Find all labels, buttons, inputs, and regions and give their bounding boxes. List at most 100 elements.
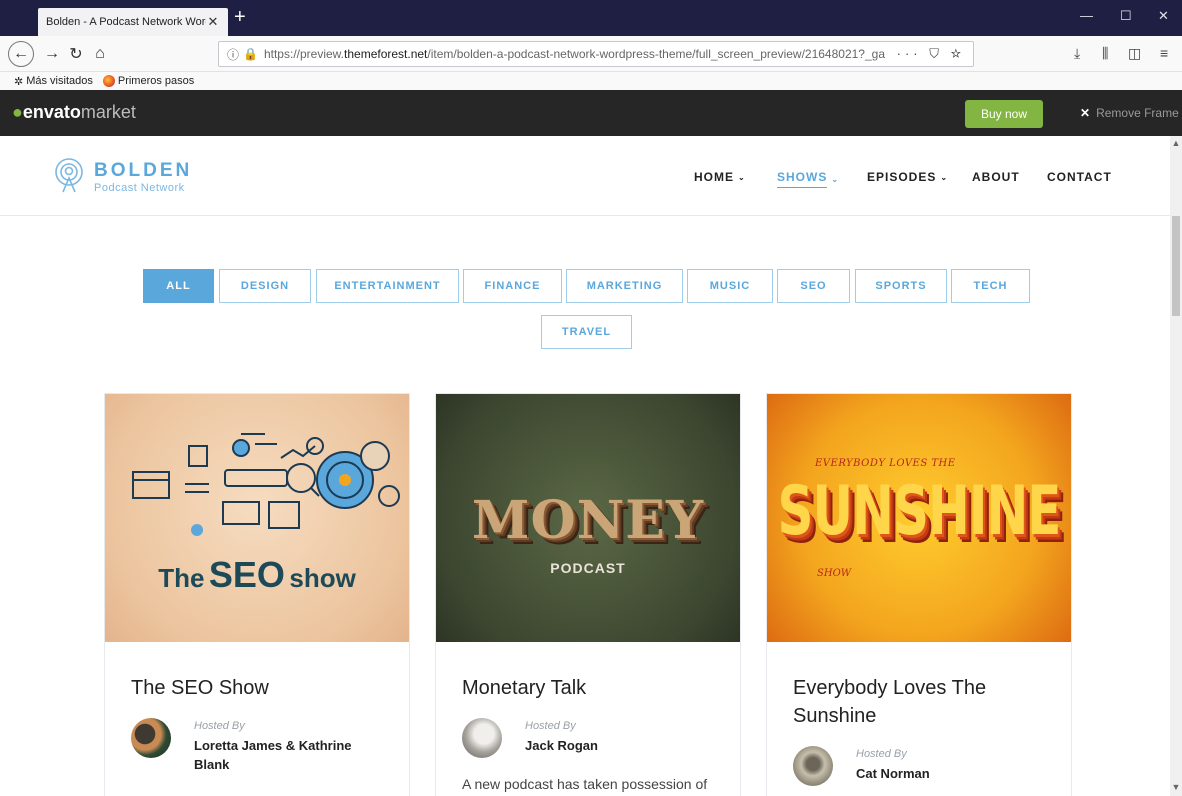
chevron-down-icon: ⌄ (831, 174, 840, 184)
cover-title: The SEO show (105, 554, 409, 596)
show-card[interactable]: The SEO show The SEO Show Hosted By Lore… (104, 393, 410, 796)
nav-label: SHOWS (777, 170, 828, 188)
seo-illustration-icon (132, 433, 400, 536)
host-name[interactable]: Cat Norman (856, 764, 1046, 783)
url-prefix: https://preview. (263, 47, 345, 61)
close-tab-icon[interactable]: ✕ (206, 14, 220, 30)
filter-finance[interactable]: FINANCE (463, 269, 562, 303)
browser-tab-bar: Bolden - A Podcast Network WordP ✕ + — ☐… (0, 0, 1182, 36)
download-icon[interactable]: ⤓ (1074, 45, 1080, 62)
avatar[interactable] (131, 718, 171, 758)
page-scrollbar[interactable]: ▲ ▼ (1170, 136, 1182, 796)
site-header: BOLDEN Podcast Network HOME ⌄ SHOWS ⌄ EPIS… (0, 136, 1170, 216)
show-title[interactable]: The SEO Show (131, 674, 391, 702)
envato-logo[interactable]: ●envatomarket (12, 102, 136, 123)
close-icon: ✕ (1080, 106, 1091, 120)
cover-text: SHOW (817, 568, 852, 579)
filter-entertainment[interactable]: ENTERTAINMENT (316, 269, 459, 303)
cover-text: MONEY (471, 490, 705, 551)
scroll-down-icon[interactable]: ▼ (1170, 782, 1182, 792)
bookmark-most-visited[interactable]: ✲ Más visitados (14, 75, 93, 88)
avatar[interactable] (793, 746, 833, 786)
avatar[interactable] (462, 718, 502, 758)
cover-text: The (158, 563, 205, 593)
scroll-up-icon[interactable]: ▲ (1170, 138, 1182, 148)
envato-logo-market: market (80, 102, 136, 122)
cover-text: SEO (208, 554, 285, 595)
filter-travel[interactable]: TRAVEL (541, 315, 632, 349)
chevron-down-icon: ⌄ (738, 172, 746, 182)
cover-text: show (289, 563, 356, 593)
show-excerpt: A new podcast has taken possession of (462, 776, 708, 792)
url-path: /item/bolden-a-podcast-network-wordpress… (427, 47, 885, 61)
cover-subtext: PODCAST (550, 560, 626, 576)
chevron-down-icon: ⌄ (940, 172, 949, 182)
tab-title: Bolden - A Podcast Network WordP (46, 16, 206, 28)
remove-frame-link[interactable]: ✕ Remove Frame (1080, 106, 1179, 120)
leaf-icon: ● (12, 102, 23, 122)
filter-seo[interactable]: SEO (777, 269, 850, 303)
nav-contact[interactable]: CONTACT (1047, 170, 1112, 184)
nav-home[interactable]: HOME ⌄ (694, 170, 746, 184)
firefox-icon (102, 75, 115, 87)
page-actions-icons[interactable]: ··· ⛉ ☆ (897, 46, 965, 62)
hosted-by-label: Hosted By (194, 720, 245, 732)
nav-about[interactable]: ABOUT (972, 170, 1020, 184)
show-title[interactable]: Monetary Talk (462, 674, 722, 702)
nav-label: EPISODES (867, 170, 937, 184)
browser-nav-bar: ← → ↻ ⌂ ⓘ 🔒 https://preview.themeforest.… (0, 36, 1182, 72)
brand-name[interactable]: BOLDEN (94, 160, 192, 182)
filter-tech[interactable]: TECH (951, 269, 1030, 303)
remove-frame-label: Remove Frame (1096, 106, 1179, 120)
cover-text: SUNSHINE (777, 472, 1062, 551)
cover-text: EVERYBODY LOVES THE (815, 458, 956, 469)
filter-design[interactable]: DESIGN (219, 269, 311, 303)
filter-all[interactable]: ALL (143, 269, 214, 303)
filter-sports[interactable]: SPORTS (855, 269, 947, 303)
podcast-icon[interactable] (52, 158, 86, 196)
nav-label: ABOUT (972, 170, 1020, 184)
maximize-icon[interactable]: ☐ (1120, 8, 1132, 24)
info-icon[interactable]: ⓘ (227, 46, 239, 63)
browser-tab[interactable]: Bolden - A Podcast Network WordP ✕ (38, 8, 228, 36)
filter-marketing[interactable]: MARKETING (566, 269, 683, 303)
window-close-icon[interactable]: ✕ (1158, 8, 1169, 24)
show-card[interactable]: EVERYBODY LOVES THE SUNSHINE SHOW Everyb… (766, 393, 1072, 796)
menu-icon[interactable]: ≡ (1160, 45, 1168, 61)
bookmark-label: Más visitados (26, 75, 93, 87)
buy-now-button[interactable]: Buy now (965, 100, 1043, 128)
show-cover-image[interactable]: The SEO show (105, 394, 409, 642)
show-cover-image[interactable]: MONEY PODCAST (436, 394, 740, 642)
scrollbar-thumb[interactable] (1172, 216, 1180, 316)
sidebar-icon[interactable]: ◫ (1128, 45, 1141, 62)
filter-music[interactable]: MUSIC (687, 269, 773, 303)
home-icon[interactable]: ⌂ (88, 42, 112, 66)
hosted-by-label: Hosted By (525, 720, 576, 732)
library-icon[interactable]: ⫼ (1102, 45, 1108, 62)
envato-bar: ●envatomarket Buy now ✕ Remove Frame (0, 90, 1182, 136)
back-arrow-icon[interactable]: ← (8, 41, 34, 67)
show-cover-image[interactable]: EVERYBODY LOVES THE SUNSHINE SHOW (767, 394, 1071, 642)
minimize-icon[interactable]: — (1080, 8, 1093, 23)
gear-icon: ✲ (14, 75, 24, 88)
host-name[interactable]: Jack Rogan (525, 736, 715, 755)
url-bar[interactable]: ⓘ 🔒 https://preview.themeforest.net/item… (218, 41, 974, 67)
forward-arrow-icon[interactable]: → (40, 42, 64, 66)
bookmarks-bar: ✲ Más visitados Primeros pasos (0, 72, 1182, 90)
lock-icon: 🔒 (243, 47, 258, 61)
host-name[interactable]: Loretta James & Kathrine Blank (194, 736, 384, 774)
nav-label: HOME (694, 170, 734, 184)
bookmark-label: Primeros pasos (117, 75, 195, 87)
new-tab-button[interactable]: + (234, 6, 246, 28)
show-card[interactable]: MONEY PODCAST Monetary Talk Hosted By Ja… (435, 393, 741, 796)
nav-episodes[interactable]: EPISODES ⌄ (867, 170, 948, 184)
nav-label: CONTACT (1047, 170, 1112, 184)
envato-logo-text: envato (22, 102, 81, 122)
reload-icon[interactable]: ↻ (64, 42, 88, 66)
bookmark-getting-started[interactable]: Primeros pasos (102, 75, 195, 87)
url-text: https://preview.themeforest.net/item/bol… (264, 47, 897, 61)
nav-shows[interactable]: SHOWS ⌄ (777, 170, 839, 188)
show-title[interactable]: Everybody Loves The Sunshine (793, 674, 1053, 730)
brand-tagline: Podcast Network (94, 182, 185, 194)
url-domain: themeforest.net (344, 47, 428, 61)
